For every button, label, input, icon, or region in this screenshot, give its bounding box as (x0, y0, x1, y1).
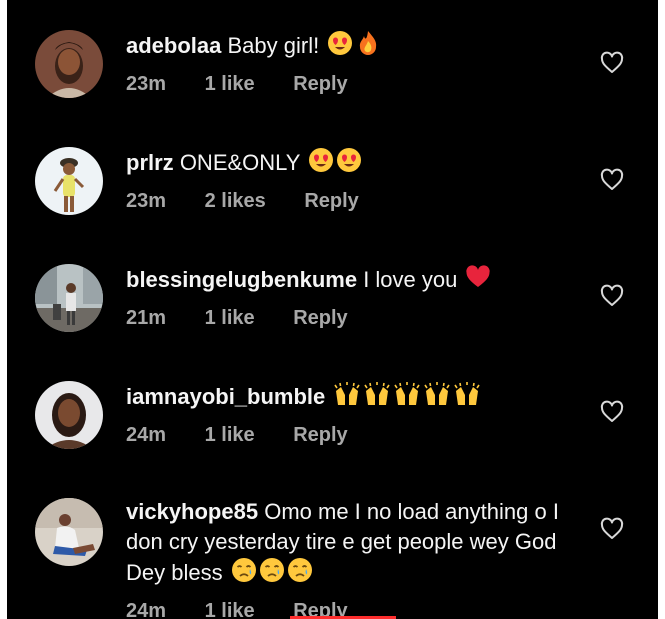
comment-likes[interactable]: 2 likes (205, 190, 266, 213)
comment-time: 24m (126, 600, 167, 619)
comment-username[interactable]: prlrz (126, 150, 174, 175)
comment-time: 21m (126, 307, 167, 329)
comment-likes[interactable]: 1 like (205, 424, 255, 447)
raising-hands-emoji (393, 381, 421, 407)
reply-button[interactable]: Reply (293, 424, 347, 447)
comment-text: adebolaa Baby girl! (126, 30, 588, 61)
comment-message: ONE&ONLY (179, 150, 301, 175)
comment-time: 23m (126, 73, 167, 95)
heart-eyes-emoji (336, 147, 362, 173)
raising-hands-emoji (333, 381, 361, 407)
comments-panel: adebolaa Baby girl! 23m 1 like Reply prl… (7, 0, 658, 619)
heart-eyes-emoji (327, 30, 353, 56)
avatar[interactable] (35, 381, 103, 449)
comment-time: 23m (126, 190, 167, 212)
comment-text: blessingelugbenkume I love you (126, 264, 588, 295)
comment-message: Baby girl! (227, 33, 320, 58)
comment-meta: 24m 1 like Reply (126, 424, 588, 447)
comment-text: prlrz ONE&ONLY (126, 147, 588, 178)
comment-username[interactable]: blessingelugbenkume (126, 267, 357, 292)
avatar[interactable] (35, 30, 103, 98)
comment-username[interactable]: adebolaa (126, 33, 221, 58)
avatar[interactable] (35, 147, 103, 215)
comment-body: vickyhope85 Omo me I no load anything o … (126, 497, 588, 619)
heart-outline-icon[interactable] (600, 168, 624, 192)
comment-username[interactable]: iamnayobi_bumble (126, 384, 325, 409)
reply-button[interactable]: Reply (293, 73, 347, 96)
comment-likes[interactable]: 1 like (205, 73, 255, 96)
heart-outline-icon[interactable] (600, 284, 624, 308)
comment-meta: 23m 2 likes Reply (126, 190, 588, 213)
comment-meta: 23m 1 like Reply (126, 73, 588, 96)
avatar[interactable] (35, 498, 103, 566)
comment-body: prlrz ONE&ONLY 23m 2 likes Reply (126, 147, 588, 213)
comment-body: adebolaa Baby girl! 23m 1 like Reply (126, 30, 588, 96)
heart-eyes-emoji (308, 147, 334, 173)
reply-button[interactable]: Reply (304, 190, 358, 213)
fire-emoji (355, 30, 381, 56)
raising-hands-emoji (453, 381, 481, 407)
crying-face-emoji (259, 557, 285, 583)
comment-body: iamnayobi_bumble 24m 1 like Reply (126, 381, 588, 447)
crying-face-emoji (287, 557, 313, 583)
comment-username[interactable]: vickyhope85 (126, 499, 258, 524)
raising-hands-emoji (363, 381, 391, 407)
heart-outline-icon[interactable] (600, 51, 624, 75)
reply-button[interactable]: Reply (293, 307, 347, 330)
comment-text: vickyhope85 Omo me I no load anything o … (126, 497, 588, 588)
heart-outline-icon[interactable] (600, 400, 624, 424)
comment-meta: 21m 1 like Reply (126, 307, 588, 330)
comment-message: I love you (363, 267, 458, 292)
comment-likes[interactable]: 1 like (205, 600, 255, 619)
avatar[interactable] (35, 264, 103, 332)
comment-likes[interactable]: 1 like (205, 307, 255, 330)
red-heart-emoji (465, 264, 491, 290)
comment-time: 24m (126, 424, 167, 446)
comment-text: iamnayobi_bumble (126, 381, 588, 412)
comment-body: blessingelugbenkume I love you 21m 1 lik… (126, 264, 588, 330)
crying-face-emoji (231, 557, 257, 583)
raising-hands-emoji (423, 381, 451, 407)
heart-outline-icon[interactable] (600, 517, 624, 541)
